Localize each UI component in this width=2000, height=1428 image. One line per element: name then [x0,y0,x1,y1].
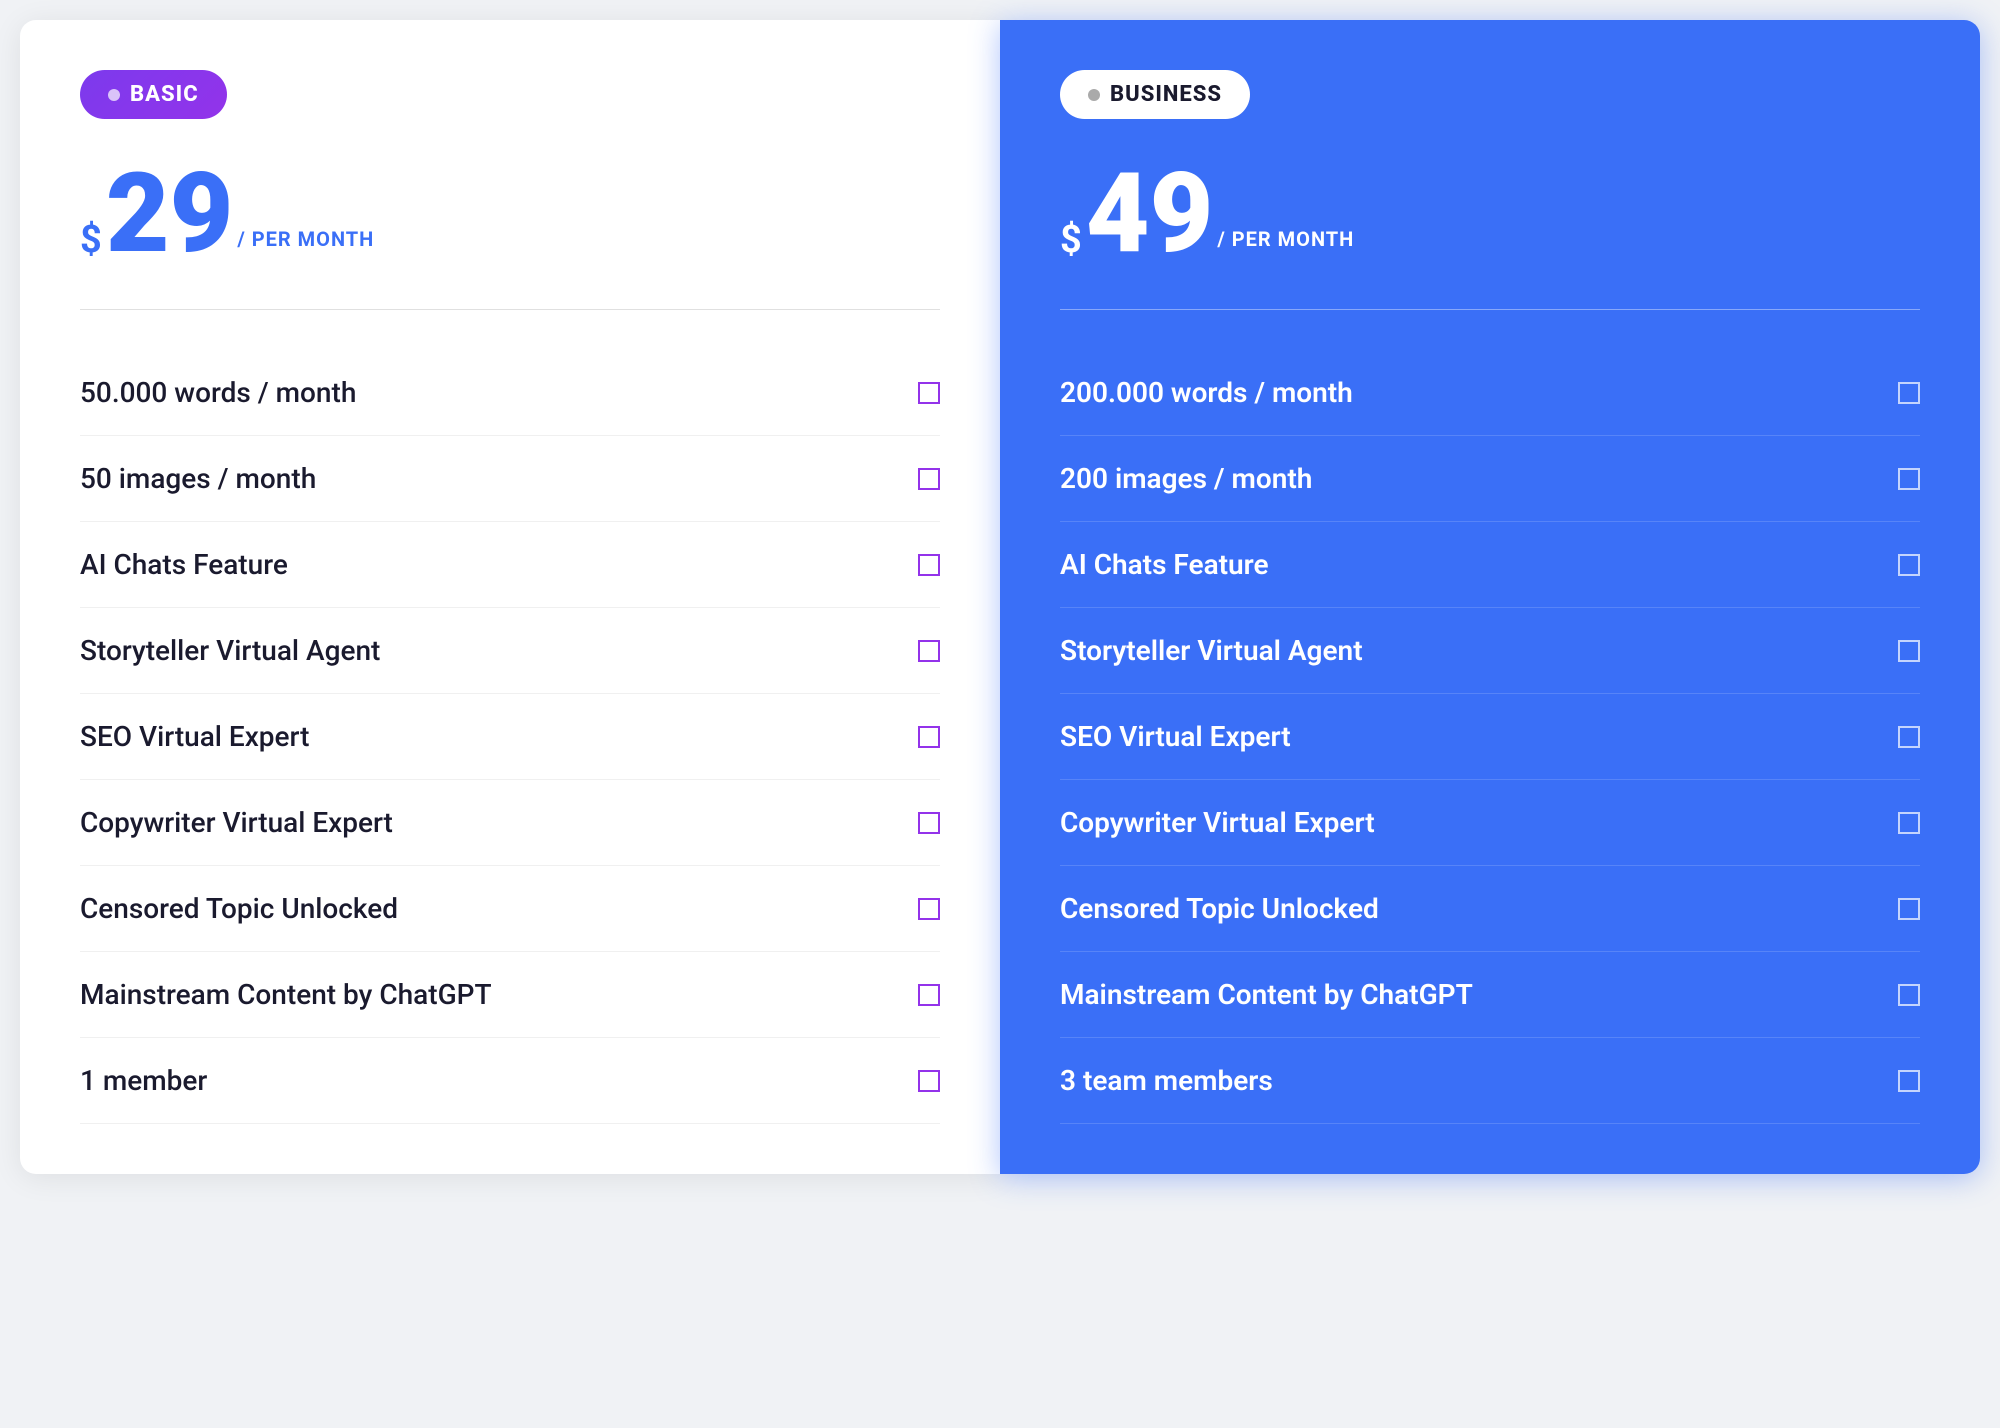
basic-feature-checkbox[interactable] [918,812,940,834]
business-feature-item: Censored Topic Unlocked [1060,866,1920,952]
business-price-amount: 49 [1086,159,1214,269]
business-feature-label: 200.000 words / month [1060,376,1353,409]
basic-badge-label: BASIC [130,82,199,107]
basic-feature-label: Mainstream Content by ChatGPT [80,978,492,1011]
basic-feature-item: Storyteller Virtual Agent [80,608,940,694]
basic-price-amount: 29 [106,159,234,269]
basic-feature-label: 1 member [80,1064,207,1097]
basic-feature-item: 50 images / month [80,436,940,522]
business-feature-label: Storyteller Virtual Agent [1060,634,1363,667]
basic-feature-label: 50.000 words / month [80,376,356,409]
business-plan-badge: BUSINESS [1060,70,1250,119]
pricing-container: BASIC $ 29 / PER MONTH 50.000 words / mo… [20,20,1980,1174]
business-price-period: / PER MONTH [1217,227,1354,251]
business-feature-label: Censored Topic Unlocked [1060,892,1379,925]
business-feature-item: AI Chats Feature [1060,522,1920,608]
basic-feature-label: 50 images / month [80,462,316,495]
business-feature-label: SEO Virtual Expert [1060,720,1291,753]
basic-feature-list: 50.000 words / month 50 images / month A… [80,350,940,1124]
business-feature-list: 200.000 words / month 200 images / month… [1060,350,1920,1124]
business-feature-label: Mainstream Content by ChatGPT [1060,978,1473,1011]
business-feature-checkbox[interactable] [1898,382,1920,404]
basic-price-period: / PER MONTH [237,227,374,251]
basic-feature-item: Censored Topic Unlocked [80,866,940,952]
basic-feature-item: AI Chats Feature [80,522,940,608]
basic-feature-item: SEO Virtual Expert [80,694,940,780]
basic-feature-item: Mainstream Content by ChatGPT [80,952,940,1038]
business-feature-checkbox[interactable] [1898,554,1920,576]
business-price-section: $ 49 / PER MONTH [1060,159,1920,269]
basic-feature-checkbox[interactable] [918,554,940,576]
basic-feature-label: AI Chats Feature [80,548,288,581]
basic-plan-badge: BASIC [80,70,227,119]
basic-feature-label: Copywriter Virtual Expert [80,806,393,839]
business-feature-checkbox[interactable] [1898,898,1920,920]
business-feature-item: 200.000 words / month [1060,350,1920,436]
basic-feature-label: Censored Topic Unlocked [80,892,398,925]
basic-feature-checkbox[interactable] [918,468,940,490]
business-feature-checkbox[interactable] [1898,468,1920,490]
business-feature-item: Storyteller Virtual Agent [1060,608,1920,694]
basic-feature-label: Storyteller Virtual Agent [80,634,380,667]
business-feature-label: AI Chats Feature [1060,548,1269,581]
business-feature-label: 3 team members [1060,1064,1273,1097]
basic-feature-checkbox[interactable] [918,984,940,1006]
basic-badge-dot [108,89,120,101]
business-feature-item: 3 team members [1060,1038,1920,1124]
basic-plan-card: BASIC $ 29 / PER MONTH 50.000 words / mo… [20,20,1000,1174]
basic-feature-checkbox[interactable] [918,1070,940,1092]
business-feature-item: Copywriter Virtual Expert [1060,780,1920,866]
basic-feature-checkbox[interactable] [918,640,940,662]
business-badge-label: BUSINESS [1110,82,1222,107]
business-feature-item: Mainstream Content by ChatGPT [1060,952,1920,1038]
basic-feature-label: SEO Virtual Expert [80,720,309,753]
business-divider [1060,309,1920,310]
business-feature-checkbox[interactable] [1898,1070,1920,1092]
basic-feature-item: 50.000 words / month [80,350,940,436]
basic-price-section: $ 29 / PER MONTH [80,159,940,269]
business-feature-label: 200 images / month [1060,462,1312,495]
basic-divider [80,309,940,310]
business-feature-checkbox[interactable] [1898,812,1920,834]
basic-feature-item: Copywriter Virtual Expert [80,780,940,866]
business-feature-checkbox[interactable] [1898,640,1920,662]
basic-feature-item: 1 member [80,1038,940,1124]
basic-feature-checkbox[interactable] [918,382,940,404]
business-badge-dot [1088,89,1100,101]
basic-feature-checkbox[interactable] [918,726,940,748]
business-feature-checkbox[interactable] [1898,726,1920,748]
business-feature-label: Copywriter Virtual Expert [1060,806,1375,839]
business-plan-card: BUSINESS $ 49 / PER MONTH 200.000 words … [1000,20,1980,1174]
business-feature-checkbox[interactable] [1898,984,1920,1006]
business-price-dollar: $ [1060,221,1082,259]
basic-feature-checkbox[interactable] [918,898,940,920]
business-feature-item: 200 images / month [1060,436,1920,522]
basic-price-dollar: $ [80,221,102,259]
business-feature-item: SEO Virtual Expert [1060,694,1920,780]
